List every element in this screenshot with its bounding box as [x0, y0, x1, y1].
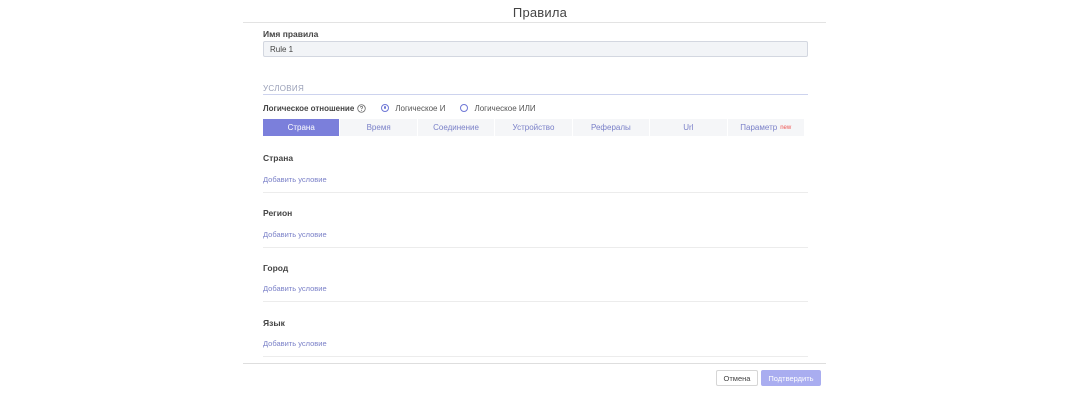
rule-name-label: Имя правила	[263, 29, 319, 39]
condition-group-title-country: Страна	[263, 153, 294, 163]
logic-or-radio[interactable]: Логическое ИЛИ	[460, 103, 536, 113]
condition-group-title-city: Город	[263, 263, 289, 273]
modal-title: Правила	[512, 5, 568, 20]
tab-time[interactable]: Время	[340, 119, 418, 136]
logic-relation-label: Логическое отношение	[263, 103, 355, 113]
tab-label: Соединение	[433, 123, 479, 132]
tab-label: Параметр	[740, 123, 778, 132]
logic-or-label: Логическое ИЛИ	[474, 103, 536, 113]
condition-group-title-region: Регион	[263, 208, 293, 218]
conditions-section-title: УСЛОВИЯ	[263, 84, 305, 93]
group-divider	[263, 247, 808, 248]
logic-and-radio[interactable]: Логическое И	[381, 104, 445, 113]
title-divider	[243, 22, 826, 23]
help-circle-icon[interactable]	[357, 103, 366, 113]
conditions-divider	[263, 94, 808, 95]
radio-checked-icon	[381, 104, 390, 112]
add-condition-link-country[interactable]: Добавить условие	[263, 175, 327, 184]
tab-label: Время	[366, 123, 391, 132]
cancel-button[interactable]: Отмена	[716, 370, 758, 386]
tab-connection[interactable]: Соединение	[418, 119, 496, 136]
tab-device[interactable]: Устройство	[495, 119, 573, 136]
tab-url[interactable]: Url	[650, 119, 728, 136]
add-condition-link-language[interactable]: Добавить условие	[263, 339, 327, 348]
confirm-button[interactable]: Подтвердить	[761, 370, 821, 386]
footer-divider	[243, 363, 826, 364]
group-divider	[263, 192, 808, 193]
condition-tabs: Страна Время Соединение Устройство Рефер…	[263, 119, 804, 136]
logic-relation-row: Логическое отношение Логическое И Логиче…	[263, 102, 536, 114]
tab-country[interactable]: Страна	[263, 119, 341, 136]
radio-unchecked-icon	[460, 104, 469, 112]
tab-label: Страна	[287, 123, 315, 132]
tab-parameter[interactable]: Параметр new	[728, 119, 804, 136]
logic-and-label: Логическое И	[395, 103, 446, 113]
group-divider	[263, 356, 808, 357]
group-divider	[263, 301, 808, 302]
tab-referrals[interactable]: Рефералы	[573, 119, 651, 136]
tab-label: Рефералы	[591, 123, 631, 132]
rule-name-input[interactable]	[263, 41, 808, 57]
add-condition-link-city[interactable]: Добавить условие	[263, 284, 327, 293]
tab-label: Url	[683, 123, 694, 132]
add-condition-link-region[interactable]: Добавить условие	[263, 230, 327, 239]
condition-group-title-language: Язык	[263, 318, 285, 328]
new-badge: new	[780, 124, 792, 131]
tab-label: Устройство	[512, 123, 555, 132]
